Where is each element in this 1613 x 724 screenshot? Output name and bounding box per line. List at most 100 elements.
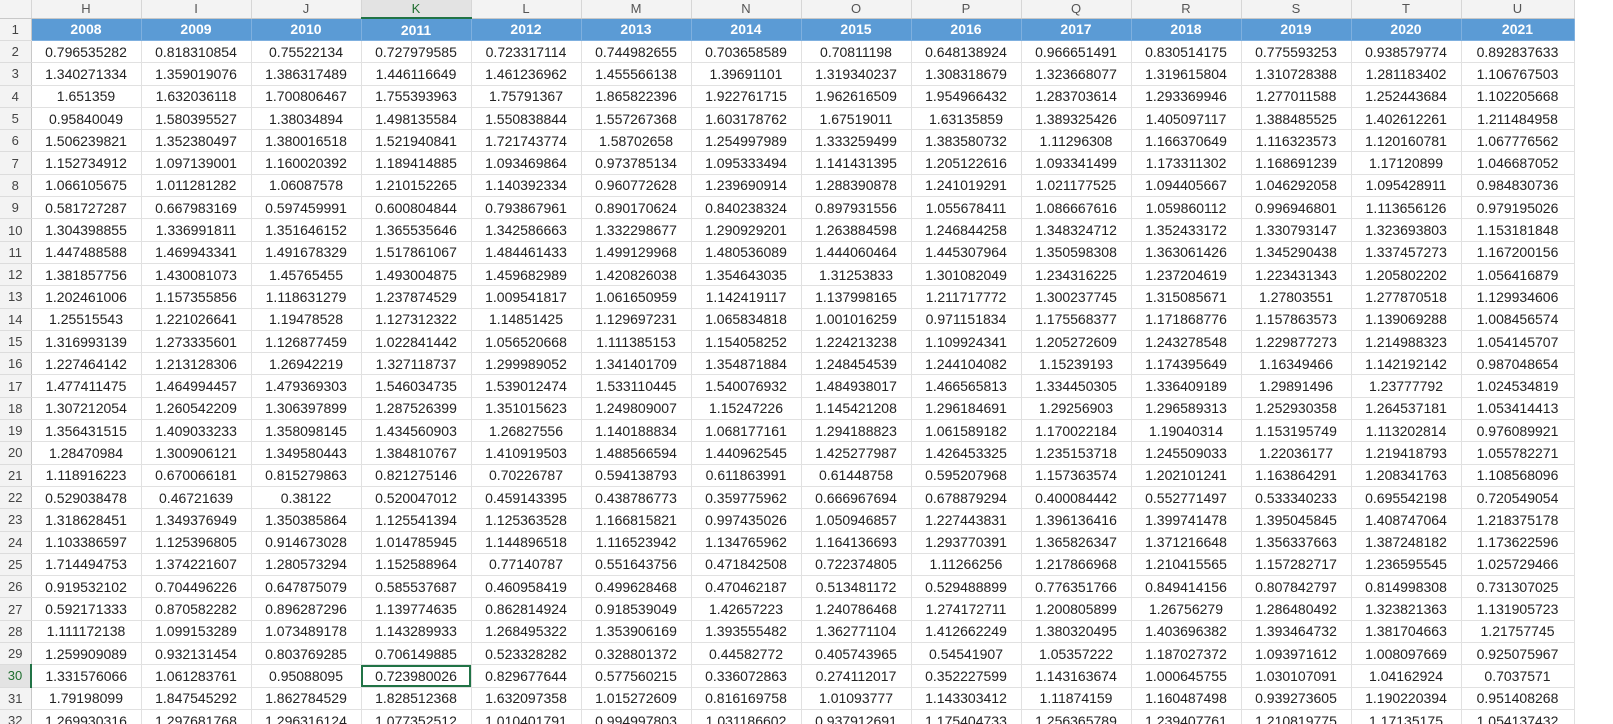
data-cell[interactable]: 1.405097117 — [1131, 107, 1242, 131]
data-cell[interactable]: 1.168691239 — [1241, 151, 1352, 175]
data-cell[interactable]: 1.157355856 — [141, 285, 252, 309]
data-cell[interactable]: 1.202101241 — [1131, 464, 1242, 487]
data-cell[interactable]: 0.75522134 — [251, 40, 362, 64]
data-cell[interactable]: 1.144896518 — [471, 531, 582, 554]
data-cell[interactable]: 1.345290438 — [1241, 241, 1352, 264]
data-cell[interactable]: 1.205122616 — [911, 151, 1022, 175]
data-cell[interactable]: 1.154058252 — [691, 330, 802, 354]
data-cell[interactable]: 0.460958419 — [471, 575, 582, 599]
data-cell[interactable]: 1.269930316 — [31, 709, 142, 724]
data-cell[interactable]: 1.31253833 — [801, 263, 912, 287]
data-cell[interactable]: 1.23777792 — [1351, 374, 1462, 398]
data-cell[interactable]: 0.577560215 — [581, 664, 692, 688]
data-cell[interactable]: 0.595207968 — [911, 464, 1022, 487]
row-number[interactable]: 23 — [0, 508, 32, 532]
data-cell[interactable]: 1.066105675 — [31, 174, 142, 198]
data-cell[interactable]: 0.499628468 — [581, 575, 692, 599]
selected-cell[interactable]: 0.723980026 — [361, 664, 472, 688]
data-cell[interactable]: 0.328801372 — [581, 642, 692, 666]
data-cell[interactable]: 0.95840049 — [31, 107, 142, 131]
year-header-cell[interactable]: 2019 — [1241, 18, 1352, 41]
data-cell[interactable]: 0.706149885 — [361, 642, 472, 666]
data-cell[interactable]: 1.170022184 — [1021, 419, 1132, 443]
column-header-n[interactable]: N — [691, 0, 802, 19]
data-cell[interactable]: 1.27803551 — [1241, 285, 1352, 309]
data-cell[interactable]: 1.479369303 — [251, 374, 362, 398]
data-cell[interactable]: 1.396136416 — [1021, 508, 1132, 532]
data-cell[interactable]: 1.125363528 — [471, 508, 582, 532]
data-cell[interactable]: 1.603178762 — [691, 107, 802, 131]
data-cell[interactable]: 1.175404733 — [911, 709, 1022, 724]
data-cell[interactable]: 1.19478528 — [251, 308, 362, 331]
data-cell[interactable]: 1.254997989 — [691, 129, 802, 153]
column-header-o[interactable]: O — [801, 0, 912, 19]
year-header-cell[interactable]: 2010 — [251, 18, 362, 41]
data-cell[interactable]: 0.966651491 — [1021, 40, 1132, 64]
data-cell[interactable]: 1.651359 — [31, 85, 142, 108]
data-cell[interactable]: 0.667983169 — [141, 196, 252, 220]
data-cell[interactable]: 1.45765455 — [251, 263, 362, 287]
data-cell[interactable]: 1.280573294 — [251, 553, 362, 577]
data-cell[interactable]: 1.142192142 — [1351, 352, 1462, 376]
data-cell[interactable]: 1.200805899 — [1021, 597, 1132, 621]
data-cell[interactable]: 1.205802202 — [1351, 263, 1462, 287]
data-cell[interactable]: 1.11266256 — [911, 553, 1022, 577]
data-cell[interactable]: 1.053414413 — [1461, 397, 1575, 421]
data-cell[interactable]: 0.914673028 — [251, 531, 362, 554]
data-cell[interactable]: 1.050946857 — [801, 508, 912, 532]
data-cell[interactable]: 1.202461006 — [31, 285, 142, 309]
data-cell[interactable]: 0.470462187 — [691, 575, 802, 599]
data-cell[interactable]: 1.187027372 — [1131, 642, 1242, 666]
data-cell[interactable]: 1.493004875 — [361, 263, 472, 287]
data-cell[interactable]: 0.821275146 — [361, 464, 472, 487]
data-cell[interactable]: 1.546034735 — [361, 374, 472, 398]
data-cell[interactable]: 1.239407761 — [1131, 709, 1242, 724]
data-cell[interactable]: 1.140392334 — [471, 174, 582, 198]
data-cell[interactable]: 1.163864291 — [1241, 464, 1352, 487]
data-cell[interactable]: 1.17120899 — [1351, 151, 1462, 175]
column-header-t[interactable]: T — [1351, 0, 1462, 19]
data-cell[interactable]: 1.252443684 — [1351, 85, 1462, 108]
data-cell[interactable]: 0.840238324 — [691, 196, 802, 220]
data-cell[interactable]: 0.727979585 — [361, 40, 472, 64]
data-cell[interactable]: 1.315085671 — [1131, 285, 1242, 309]
data-cell[interactable]: 1.152734912 — [31, 151, 142, 175]
data-cell[interactable]: 1.365535646 — [361, 218, 472, 242]
data-cell[interactable]: 0.7037571 — [1461, 664, 1575, 688]
data-cell[interactable]: 0.803769285 — [251, 642, 362, 666]
data-cell[interactable]: 1.371216648 — [1131, 531, 1242, 554]
data-cell[interactable]: 1.277870518 — [1351, 285, 1462, 309]
data-cell[interactable]: 1.354871884 — [691, 352, 802, 376]
year-header-cell[interactable]: 2011 — [361, 18, 472, 41]
data-cell[interactable]: 1.440962545 — [691, 441, 802, 465]
data-cell[interactable]: 1.365826347 — [1021, 531, 1132, 554]
data-cell[interactable]: 0.533340233 — [1241, 486, 1352, 510]
data-cell[interactable]: 0.523328282 — [471, 642, 582, 666]
data-cell[interactable]: 0.70226787 — [471, 464, 582, 487]
year-header-cell[interactable]: 2012 — [471, 18, 582, 41]
data-cell[interactable]: 0.723317114 — [471, 40, 582, 64]
data-cell[interactable]: 1.865822396 — [581, 85, 692, 108]
data-cell[interactable]: 1.387248182 — [1351, 531, 1462, 554]
data-cell[interactable]: 1.277011588 — [1241, 85, 1352, 108]
data-cell[interactable]: 0.600804844 — [361, 196, 472, 220]
row-number[interactable]: 6 — [0, 129, 32, 153]
data-cell[interactable]: 1.190220394 — [1351, 687, 1462, 710]
data-cell[interactable]: 1.046292058 — [1241, 174, 1352, 198]
data-cell[interactable]: 0.807842797 — [1241, 575, 1352, 599]
data-cell[interactable]: 1.293369946 — [1131, 85, 1242, 108]
row-number[interactable]: 7 — [0, 151, 32, 175]
data-cell[interactable]: 1.218375178 — [1461, 508, 1575, 532]
data-cell[interactable]: 1.068177161 — [691, 419, 802, 443]
row-number[interactable]: 19 — [0, 419, 32, 443]
row-number[interactable]: 21 — [0, 464, 32, 487]
data-cell[interactable]: 1.131905723 — [1461, 597, 1575, 621]
data-cell[interactable]: 1.153195749 — [1241, 419, 1352, 443]
data-cell[interactable]: 1.263884598 — [801, 218, 912, 242]
data-cell[interactable]: 1.111172138 — [31, 620, 142, 644]
data-cell[interactable]: 1.008097669 — [1351, 642, 1462, 666]
data-cell[interactable]: 1.484461433 — [471, 241, 582, 264]
data-cell[interactable]: 1.125396805 — [141, 531, 252, 554]
data-cell[interactable]: 1.094405667 — [1131, 174, 1242, 198]
data-cell[interactable]: 0.897931556 — [801, 196, 912, 220]
